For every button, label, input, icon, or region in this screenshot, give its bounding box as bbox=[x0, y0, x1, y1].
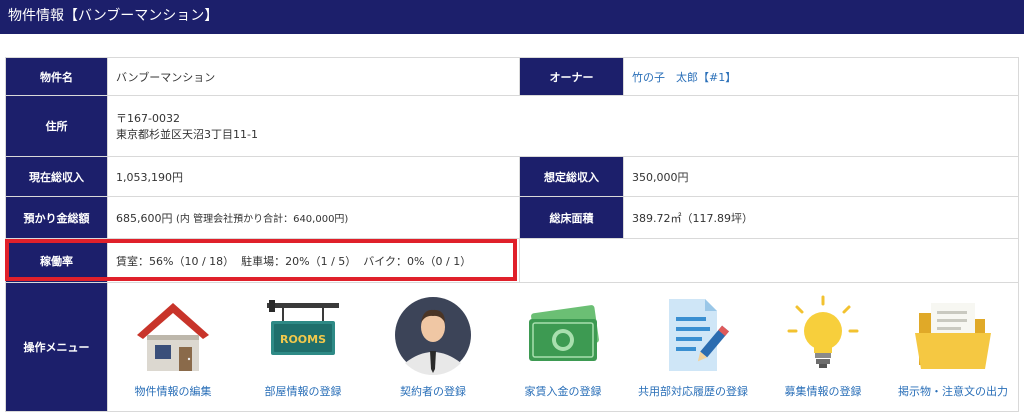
menu-item-register-tenant[interactable]: 契約者の登録 bbox=[370, 291, 496, 399]
menu-item-label: 共用部対応履歴の登録 bbox=[638, 385, 748, 398]
row-income: 現在総収入 1,053,190円 想定総収入 350,000円 bbox=[5, 156, 1019, 197]
row-deposit-area: 預かり金総額 685,600円 (内 管理会社預かり合計：640,000円) 総… bbox=[5, 196, 1019, 239]
property-name-value: バンブーマンション bbox=[107, 57, 520, 96]
page-header: 物件情報【バンブーマンション】 bbox=[0, 0, 1024, 34]
expected-income-value: 350,000円 bbox=[623, 156, 1019, 197]
row-address: 住所 〒167-0032 東京都杉並区天沼3丁目11-1 bbox=[5, 95, 1019, 157]
owner-link[interactable]: 竹の子 太郎【#1】 bbox=[632, 71, 736, 84]
menu-item-output-notices[interactable]: 掲示物・注意文の出力 bbox=[890, 291, 1016, 399]
deposit-label: 預かり金総額 bbox=[5, 196, 108, 239]
menu-item-label: 物件情報の編集 bbox=[134, 385, 212, 398]
menu-item-label: 部屋情報の登録 bbox=[264, 385, 342, 398]
floor-area-value: 389.72㎡（117.89坪） bbox=[623, 196, 1019, 239]
menu-item-register-common-area-history[interactable]: 共用部対応履歴の登録 bbox=[630, 291, 756, 399]
deposit-note: (内 管理会社預かり合計：640,000円) bbox=[176, 213, 349, 225]
menu-item-label: 契約者の登録 bbox=[400, 385, 466, 398]
row-occupancy: 稼働率 賃室：56%（10 / 18） 駐車場：20%（1 / 5） バイク：0… bbox=[5, 238, 1019, 283]
address-value: 東京都杉並区天沼3丁目11-1 bbox=[116, 128, 258, 141]
menu-item-register-rooms[interactable]: ROOMS 部屋情報の登録 bbox=[240, 291, 366, 399]
property-name-label: 物件名 bbox=[5, 57, 108, 96]
occupancy-value: 賃室：56%（10 / 18） 駐車場：20%（1 / 5） バイク：0%（0 … bbox=[107, 238, 520, 283]
menu-item-label: 掲示物・注意文の出力 bbox=[898, 385, 1008, 398]
menu-label: 操作メニュー bbox=[5, 282, 108, 412]
occupancy-label: 稼働率 bbox=[5, 238, 108, 283]
postal-code: 〒167-0032 bbox=[116, 112, 180, 125]
menu-item-label: 家賃入金の登録 bbox=[524, 385, 602, 398]
property-info-table: 物件名 バンブーマンション オーナー 竹の子 太郎【#1】 住所 〒167-00… bbox=[5, 57, 1019, 412]
menu-cell: 物件情報の編集 ROOMS 部屋情報の登録 契約者の登録 家賃入金の登録 共用部… bbox=[107, 282, 1019, 412]
occupancy-empty bbox=[519, 238, 1019, 283]
page-title: 物件情報【バンブーマンション】 bbox=[8, 8, 219, 24]
rooms-sign-text: ROOMS bbox=[280, 333, 326, 346]
expected-income-label: 想定総収入 bbox=[519, 156, 624, 197]
address-label: 住所 bbox=[5, 95, 108, 157]
current-income-label: 現在総収入 bbox=[5, 156, 108, 197]
row-name-owner: 物件名 バンブーマンション オーナー 竹の子 太郎【#1】 bbox=[5, 57, 1019, 96]
house-icon bbox=[125, 291, 221, 379]
floor-area-label: 総床面積 bbox=[519, 196, 624, 239]
owner-label: オーナー bbox=[519, 57, 624, 96]
current-income-value: 1,053,190円 bbox=[107, 156, 520, 197]
menu-item-register-recruitment[interactable]: 募集情報の登録 bbox=[760, 291, 886, 399]
person-icon bbox=[385, 291, 481, 379]
deposit-value: 685,600円 bbox=[116, 211, 173, 225]
row-menu: 操作メニュー 物件情報の編集 ROOMS 部屋情報の登録 契約者の登録 家賃入金… bbox=[5, 282, 1019, 412]
deposit-cell: 685,600円 (内 管理会社預かり合計：640,000円) bbox=[107, 196, 520, 239]
money-icon bbox=[515, 291, 611, 379]
folder-icon bbox=[905, 291, 1001, 379]
menu-item-label: 募集情報の登録 bbox=[784, 385, 862, 398]
operation-menu: 物件情報の編集 ROOMS 部屋情報の登録 契約者の登録 家賃入金の登録 共用部… bbox=[108, 283, 1018, 411]
menu-item-register-rent-payment[interactable]: 家賃入金の登録 bbox=[500, 291, 626, 399]
address-cell: 〒167-0032 東京都杉並区天沼3丁目11-1 bbox=[107, 95, 1019, 157]
lightbulb-icon bbox=[775, 291, 871, 379]
rooms-sign-icon: ROOMS bbox=[255, 291, 351, 379]
document-pen-icon bbox=[645, 291, 741, 379]
menu-item-edit-property[interactable]: 物件情報の編集 bbox=[110, 291, 236, 399]
